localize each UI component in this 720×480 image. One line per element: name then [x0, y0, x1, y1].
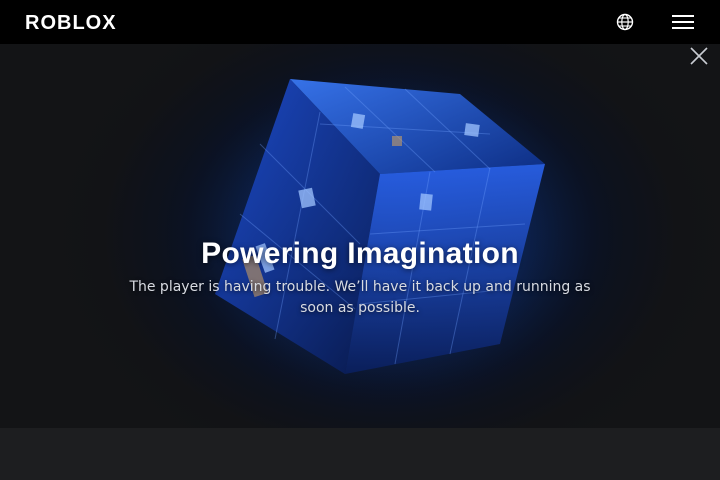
- footer-area: [0, 428, 720, 480]
- error-hero-banner: Powering Imagination The player is havin…: [0, 44, 720, 428]
- topbar-actions: [616, 13, 694, 31]
- close-icon[interactable]: [689, 46, 709, 66]
- page-title: Powering Imagination: [201, 237, 519, 270]
- roblox-logo[interactable]: ROBLOX: [25, 13, 135, 31]
- glowing-cube-illustration: [160, 44, 620, 424]
- page: ROBLOX Powering Imagination The player i…: [0, 0, 720, 480]
- error-message: The player is having trouble. We’ll have…: [129, 279, 591, 316]
- hamburger-menu-icon[interactable]: [672, 15, 694, 29]
- top-navigation-bar: ROBLOX: [0, 0, 720, 44]
- menu-line: [672, 15, 694, 17]
- menu-line: [672, 27, 694, 29]
- globe-icon[interactable]: [616, 13, 634, 31]
- logo-text: ROBLOX: [25, 13, 117, 31]
- menu-line: [672, 21, 694, 23]
